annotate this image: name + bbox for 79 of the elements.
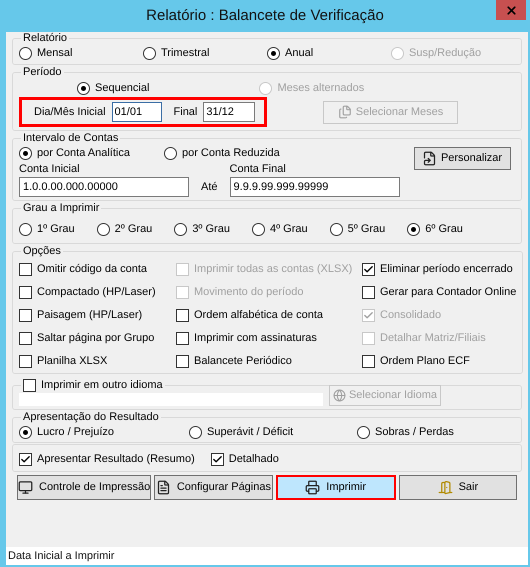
checkbox-box[interactable]	[19, 262, 32, 276]
start-account-label: Conta Inicial	[19, 162, 81, 177]
checkbox[interactable]: Compactado (HP/Laser)	[19, 284, 176, 300]
globe-icon	[332, 389, 346, 402]
checkbox-box[interactable]	[176, 354, 189, 368]
door-icon	[438, 480, 453, 495]
group-label: Intervalo de Contas	[22, 132, 120, 145]
customize-button[interactable]: Personalizar	[414, 147, 511, 170]
checkbox-box[interactable]	[19, 354, 32, 368]
radio-button[interactable]: Lucro / Prejuízo	[19, 424, 189, 440]
close-icon	[504, 4, 518, 16]
check-icon	[363, 264, 374, 274]
group-label: Apresentação do Resultado	[22, 411, 160, 424]
radio-button[interactable]: 6º Grau	[407, 221, 463, 237]
document-arrow-icon	[422, 151, 437, 166]
window-title: Relatório : Balancete de Verificação	[146, 6, 384, 26]
end-date-field[interactable]: 31/12	[203, 102, 256, 122]
until-label: Até	[201, 180, 218, 194]
start-account-field[interactable]: 1.0.0.00.000.00000	[19, 177, 189, 197]
action-button[interactable]: Sair	[398, 475, 517, 500]
checkbox-box[interactable]	[23, 378, 36, 392]
checkbox-box[interactable]	[210, 452, 224, 466]
group-label: Período	[22, 66, 63, 79]
radio-button[interactable]: 5º Grau	[330, 221, 386, 237]
page-icon	[156, 480, 171, 495]
action-button[interactable]: Configurar Páginas	[154, 475, 273, 500]
radio-button[interactable]: Anual	[267, 45, 391, 61]
pages-icon	[338, 105, 352, 119]
checkbox[interactable]: Omitir código da conta	[19, 261, 176, 277]
checkbox-box[interactable]	[19, 332, 32, 344]
checkbox-box[interactable]	[176, 308, 189, 322]
end-account-field[interactable]: 9.9.9.99.999.99999	[230, 177, 400, 197]
checkbox[interactable]: Eliminar período encerrado	[362, 261, 516, 277]
checkbox-box[interactable]	[19, 308, 32, 322]
action-button[interactable]: Imprimir	[276, 475, 396, 500]
checkbox[interactable]: Balancete Periódico	[176, 353, 362, 369]
monitor-icon	[18, 480, 33, 495]
checkbox[interactable]: Detalhado	[210, 451, 279, 467]
checkbox[interactable]: Planilha XLSX	[19, 353, 176, 369]
radio-button[interactable]: Mensal	[19, 45, 143, 61]
radio-button[interactable]: 1º Grau	[19, 221, 75, 237]
radio-button[interactable]: 3º Grau	[174, 221, 230, 237]
end-date-label: Final	[174, 104, 198, 120]
end-account-label: Conta Final	[230, 162, 287, 177]
checkbox[interactable]: Saltar página por Grupo	[19, 330, 176, 346]
checkbox-box[interactable]	[362, 286, 375, 298]
checkbox[interactable]: Apresentar Resultado (Resumo)	[19, 451, 195, 467]
group-label: Relatório	[22, 32, 68, 45]
radio-button[interactable]: Trimestral	[143, 45, 267, 61]
check-icon	[363, 310, 374, 320]
language-field[interactable]	[19, 393, 323, 406]
checkbox-box[interactable]	[176, 332, 189, 344]
checkbox[interactable]: Imprimir em outro idioma	[23, 377, 163, 393]
action-button[interactable]: Controle de Impressão	[17, 475, 152, 500]
radio-button[interactable]: por Conta Reduzida	[164, 145, 280, 161]
status-text: Data Inicial a Imprimir	[8, 548, 114, 564]
radio-button[interactable]: 2º Grau	[96, 221, 152, 237]
close-button[interactable]	[496, 0, 526, 20]
group-label: Grau a Imprimir	[22, 202, 100, 215]
check-icon	[212, 454, 223, 464]
start-date-label: Dia/Mês Inicial	[34, 104, 106, 120]
start-date-field[interactable]: 01/01	[112, 102, 162, 122]
checkbox-box[interactable]	[19, 452, 32, 466]
group-label: Opções	[22, 245, 62, 258]
radio-button[interactable]: Sequencial	[77, 80, 150, 96]
checkbox[interactable]: Imprimir com assinaturas	[176, 330, 362, 346]
check-icon	[20, 454, 31, 464]
radio-button[interactable]: 4º Grau	[252, 221, 308, 237]
checkbox[interactable]: Paisagem (HP/Laser)	[19, 307, 176, 323]
printer-icon	[305, 480, 320, 495]
checkbox-box[interactable]	[362, 354, 375, 368]
checkbox[interactable]: Ordem alfabética de conta	[176, 307, 362, 323]
checkbox-box[interactable]	[19, 286, 32, 298]
checkbox-box[interactable]	[362, 262, 375, 276]
radio-button[interactable]: Sobras / Perdas	[357, 424, 515, 440]
checkbox[interactable]: Ordem Plano ECF	[362, 353, 516, 369]
checkbox[interactable]: Gerar para Contador Online	[362, 284, 516, 300]
radio-button[interactable]: Superávit / Déficit	[189, 424, 357, 440]
radio-button[interactable]: por Conta Analítica	[19, 145, 130, 161]
